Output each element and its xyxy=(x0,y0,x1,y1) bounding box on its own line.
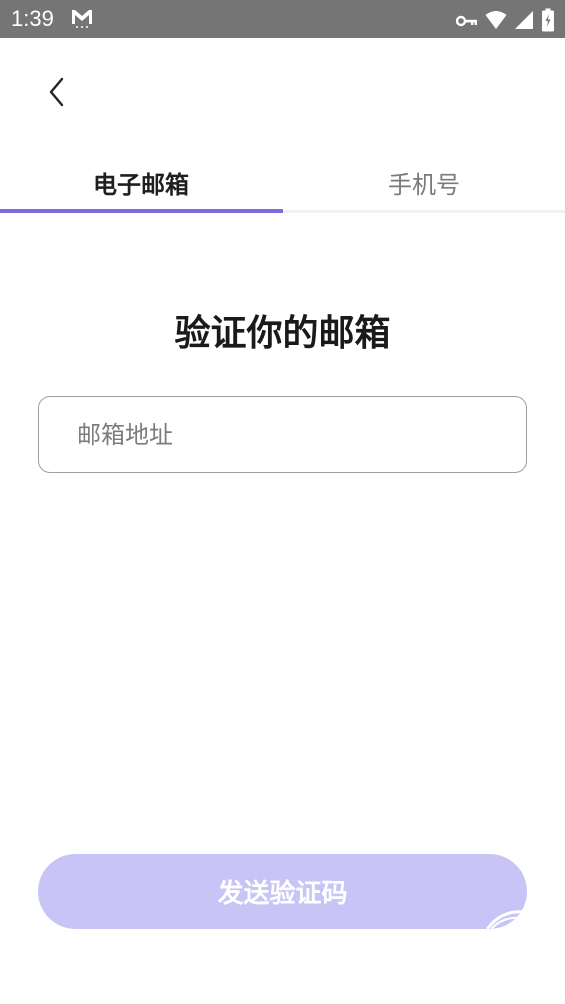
tab-bar: 电子邮箱 手机号 xyxy=(0,150,565,214)
vpn-key-icon xyxy=(455,13,478,32)
active-tab-indicator xyxy=(0,209,283,213)
decorative-swoosh-icon xyxy=(486,906,526,934)
signal-icon xyxy=(514,10,534,34)
send-code-button[interactable]: 发送验证码 xyxy=(38,854,527,929)
page-title: 验证你的邮箱 xyxy=(174,313,391,354)
battery-icon xyxy=(541,8,555,36)
status-time: 1:39 xyxy=(11,6,54,31)
status-bar: 1:39 xyxy=(0,0,565,38)
chevron-left-icon xyxy=(47,77,67,111)
gmail-icon xyxy=(70,8,94,34)
email-field[interactable] xyxy=(38,396,527,473)
tab-divider xyxy=(283,210,565,213)
back-button[interactable] xyxy=(36,72,78,116)
tab-phone[interactable]: 手机号 xyxy=(283,150,565,214)
status-icons xyxy=(455,8,555,36)
tab-email[interactable]: 电子邮箱 xyxy=(0,150,282,214)
wifi-icon xyxy=(485,10,507,34)
